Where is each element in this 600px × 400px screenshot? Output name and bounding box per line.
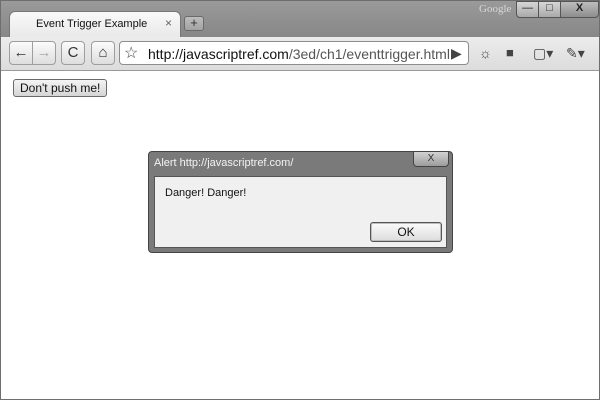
close-window-button[interactable]: X — [560, 1, 599, 18]
toolbar: ← → C ⌂ ☆ http://javascriptref.com/3ed/c… — [1, 37, 599, 71]
tab-title: Event Trigger Example — [36, 18, 148, 30]
brand-label: Google — [479, 3, 512, 15]
alert-body: Danger! Danger! OK — [154, 176, 447, 248]
title-bar: Event Trigger Example × + Google — □ X — [1, 1, 599, 37]
alert-message: Danger! Danger! — [165, 187, 247, 199]
tab-event-trigger[interactable]: Event Trigger Example × — [9, 11, 181, 37]
extension-icon[interactable]: ☼ — [479, 45, 492, 61]
browser-window: Event Trigger Example × + Google — □ X ←… — [0, 0, 600, 400]
alert-title: Alert http://javascriptref.com/ — [154, 157, 294, 169]
tab-close-icon[interactable]: × — [165, 16, 172, 30]
bookmark-star-icon[interactable]: ☆ — [124, 43, 138, 63]
minimize-button[interactable]: — — [516, 1, 539, 18]
home-button[interactable]: ⌂ — [91, 41, 115, 65]
dont-push-button[interactable]: Don't push me! — [13, 79, 108, 97]
wrench-icon[interactable]: ✎▾ — [566, 45, 585, 62]
reload-button[interactable]: C — [61, 41, 85, 65]
alert-close-button[interactable]: X — [413, 152, 449, 167]
url-domain: http://javascriptref.com — [148, 46, 289, 62]
url-path: /3ed/ch1/eventtrigger.html — [288, 46, 450, 62]
maximize-button[interactable]: □ — [538, 1, 561, 18]
ok-button[interactable]: OK — [370, 222, 442, 242]
address-bar[interactable]: ☆ http://javascriptref.com/3ed/ch1/event… — [119, 41, 469, 65]
back-button[interactable]: ← — [9, 41, 33, 65]
alert-dialog: Alert http://javascriptref.com/ X Danger… — [148, 151, 453, 253]
evernote-icon[interactable]: ■ — [506, 45, 514, 60]
new-tab-button[interactable]: + — [184, 16, 204, 31]
url-text[interactable]: http://javascriptref.com/3ed/ch1/eventtr… — [148, 46, 450, 62]
forward-button[interactable]: → — [32, 41, 56, 65]
go-icon[interactable]: ▶ — [451, 45, 462, 62]
page-menu-icon[interactable]: ▢▾ — [533, 45, 553, 62]
